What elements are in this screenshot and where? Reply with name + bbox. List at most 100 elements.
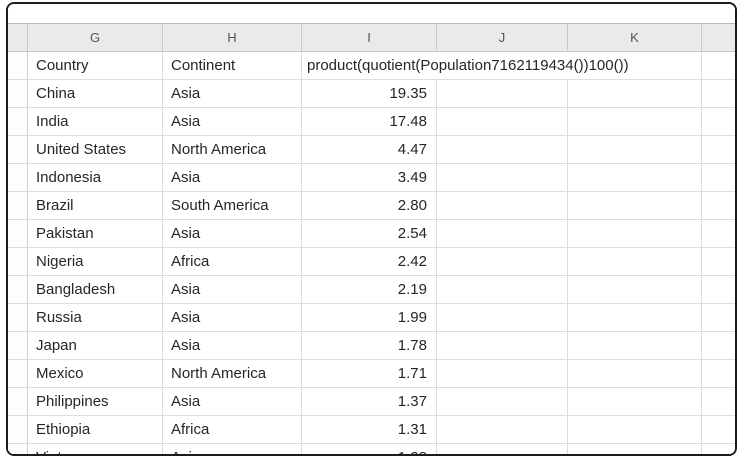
empty-cell[interactable] [702,304,735,332]
cell-country[interactable]: Bangladesh [28,276,163,304]
row-header-cell[interactable] [8,80,28,108]
empty-cell-k[interactable] [568,220,702,248]
header-cell-formula[interactable]: product(quotient(Population7162119434())… [302,52,702,80]
cell-continent[interactable]: Asia [163,444,302,454]
cell-country[interactable]: Vietnam [28,444,163,454]
empty-cell-j[interactable] [437,248,568,276]
cell-continent[interactable]: Asia [163,276,302,304]
empty-cell-j[interactable] [437,108,568,136]
column-header-k[interactable]: K [568,24,702,51]
cell-continent[interactable]: Asia [163,164,302,192]
cell-value[interactable]: 1.28 [302,444,437,454]
empty-cell-j[interactable] [437,360,568,388]
row-header-cell[interactable] [8,108,28,136]
cell-country[interactable]: Brazil [28,192,163,220]
empty-cell-k[interactable] [568,444,702,454]
cell-value[interactable]: 1.37 [302,388,437,416]
empty-cell[interactable] [702,164,735,192]
cell-country[interactable]: Indonesia [28,164,163,192]
row-header-cell[interactable] [8,192,28,220]
row-header-cell[interactable] [8,220,28,248]
empty-cell-k[interactable] [568,248,702,276]
empty-cell[interactable] [702,136,735,164]
empty-cell-j[interactable] [437,80,568,108]
empty-cell-j[interactable] [437,164,568,192]
empty-cell[interactable] [702,276,735,304]
cell-country[interactable]: Russia [28,304,163,332]
cell-country[interactable]: United States [28,136,163,164]
cell-continent[interactable]: South America [163,192,302,220]
row-header-cell[interactable] [8,136,28,164]
cell-value[interactable]: 2.42 [302,248,437,276]
empty-cell[interactable] [702,108,735,136]
cell-value[interactable]: 3.49 [302,164,437,192]
empty-cell[interactable] [702,52,735,80]
cell-value[interactable]: 19.35 [302,80,437,108]
cell-country[interactable]: Pakistan [28,220,163,248]
cell-country[interactable]: China [28,80,163,108]
empty-cell-k[interactable] [568,332,702,360]
empty-cell[interactable] [702,444,735,454]
empty-cell[interactable] [702,416,735,444]
row-header-cell[interactable] [8,276,28,304]
cell-country[interactable]: Nigeria [28,248,163,276]
cell-continent[interactable]: Africa [163,248,302,276]
cell-value[interactable]: 1.71 [302,360,437,388]
cell-continent[interactable]: Africa [163,416,302,444]
cell-country[interactable]: Ethiopia [28,416,163,444]
cell-value[interactable]: 1.99 [302,304,437,332]
cell-value[interactable]: 4.47 [302,136,437,164]
cell-country[interactable]: India [28,108,163,136]
row-header-cell[interactable] [8,388,28,416]
cell-value[interactable]: 1.78 [302,332,437,360]
cell-continent[interactable]: Asia [163,80,302,108]
cell-continent[interactable]: Asia [163,220,302,248]
empty-cell[interactable] [702,388,735,416]
empty-cell-k[interactable] [568,276,702,304]
row-header-cell[interactable] [8,52,28,80]
row-header-cell[interactable] [8,444,28,454]
empty-cell-k[interactable] [568,192,702,220]
empty-cell-j[interactable] [437,220,568,248]
empty-cell-j[interactable] [437,276,568,304]
cell-continent[interactable]: Asia [163,332,302,360]
empty-cell-k[interactable] [568,108,702,136]
row-header-corner[interactable] [8,24,28,51]
row-header-cell[interactable] [8,360,28,388]
cell-continent[interactable]: North America [163,136,302,164]
row-header-cell[interactable] [8,248,28,276]
cell-continent[interactable]: Asia [163,108,302,136]
empty-cell-k[interactable] [568,360,702,388]
empty-cell[interactable] [702,80,735,108]
cell-value[interactable]: 2.19 [302,276,437,304]
empty-cell[interactable] [702,248,735,276]
cell-country[interactable]: Philippines [28,388,163,416]
cell-continent[interactable]: North America [163,360,302,388]
cell-continent[interactable]: Asia [163,388,302,416]
header-cell-country[interactable]: Country [28,52,163,80]
column-header-g[interactable]: G [28,24,163,51]
empty-cell-k[interactable] [568,388,702,416]
empty-cell[interactable] [702,332,735,360]
empty-cell-k[interactable] [568,416,702,444]
empty-cell[interactable] [702,192,735,220]
cell-country[interactable]: Japan [28,332,163,360]
empty-cell-k[interactable] [568,80,702,108]
row-header-cell[interactable] [8,332,28,360]
empty-cell[interactable] [702,360,735,388]
empty-cell-k[interactable] [568,164,702,192]
header-cell-continent[interactable]: Continent [163,52,302,80]
empty-cell-j[interactable] [437,192,568,220]
empty-cell-k[interactable] [568,304,702,332]
empty-cell-j[interactable] [437,388,568,416]
cell-value[interactable]: 2.80 [302,192,437,220]
cell-value[interactable]: 2.54 [302,220,437,248]
empty-cell-j[interactable] [437,136,568,164]
cell-continent[interactable]: Asia [163,304,302,332]
cell-value[interactable]: 1.31 [302,416,437,444]
empty-cell-k[interactable] [568,136,702,164]
cell-country[interactable]: Mexico [28,360,163,388]
empty-cell-j[interactable] [437,444,568,454]
column-header-i[interactable]: I [302,24,437,51]
empty-cell-j[interactable] [437,304,568,332]
